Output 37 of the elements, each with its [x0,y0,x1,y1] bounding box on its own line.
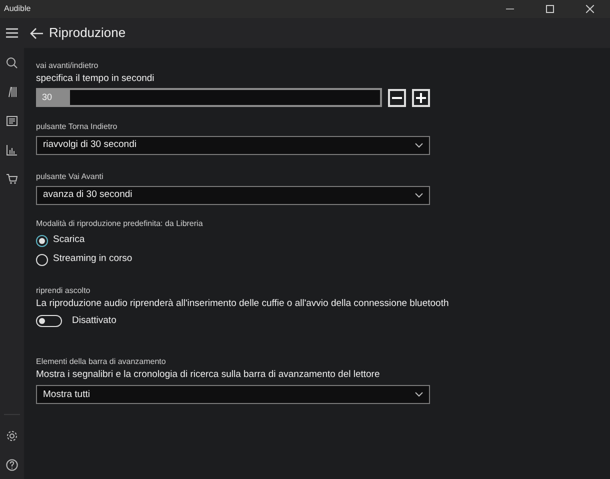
bar-chart-icon [6,144,18,156]
field-label: Elementi della barra di avanzamento [36,356,167,368]
chevron-down-icon [415,143,423,148]
settings-icon [6,430,18,442]
radio-button[interactable] [36,234,48,246]
dropdown[interactable]: avanza di 30 secondi [36,186,430,205]
dropdown[interactable]: riavvolgi di 30 secondi [36,136,430,155]
field-label: riprendi ascolto [36,285,92,297]
description-text: specifica il tempo in secondi [36,72,156,85]
menu-icon [6,28,18,38]
radio-option[interactable]: Streaming in corso [36,250,132,269]
toggle-switch[interactable]: Disattivato [36,314,116,328]
chevron-down-icon [415,193,423,198]
decrement-button[interactable] [388,88,406,106]
search-icon [6,56,18,68]
chevron-down-icon [415,392,423,398]
radio-option[interactable]: Scarica [36,231,85,250]
back-button[interactable] [30,28,43,38]
back-arrow-icon [30,28,43,38]
library-icon [6,86,18,98]
increment-button[interactable] [412,88,430,106]
maximize-icon [546,5,554,13]
description-text: La riproduzione audio riprenderà all'inserimento delle cuffie o all'avvio della connessione bluetooth [36,297,450,310]
dropdown[interactable]: Mostra tutti [36,385,430,404]
document-icon [6,114,18,126]
field-label: vai avanti/indietro [36,60,100,72]
close-icon [586,5,594,13]
window-title: Audible [3,3,31,15]
minimize-icon [506,8,514,10]
field-label: Modalità di riproduzione predefinita: da Libreria [36,218,204,230]
field-label: pulsante Torna Indietro [36,121,118,133]
page-title: Riproduzione [49,24,126,42]
plus-icon [416,92,426,102]
help-icon [6,458,18,470]
description-text: Mostra i segnalibri e la cronologia di ricerca sulla barra di avanzamento del lettore [36,368,381,382]
cart-icon [6,172,18,184]
field-label: pulsante Vai Avanti [36,171,104,183]
